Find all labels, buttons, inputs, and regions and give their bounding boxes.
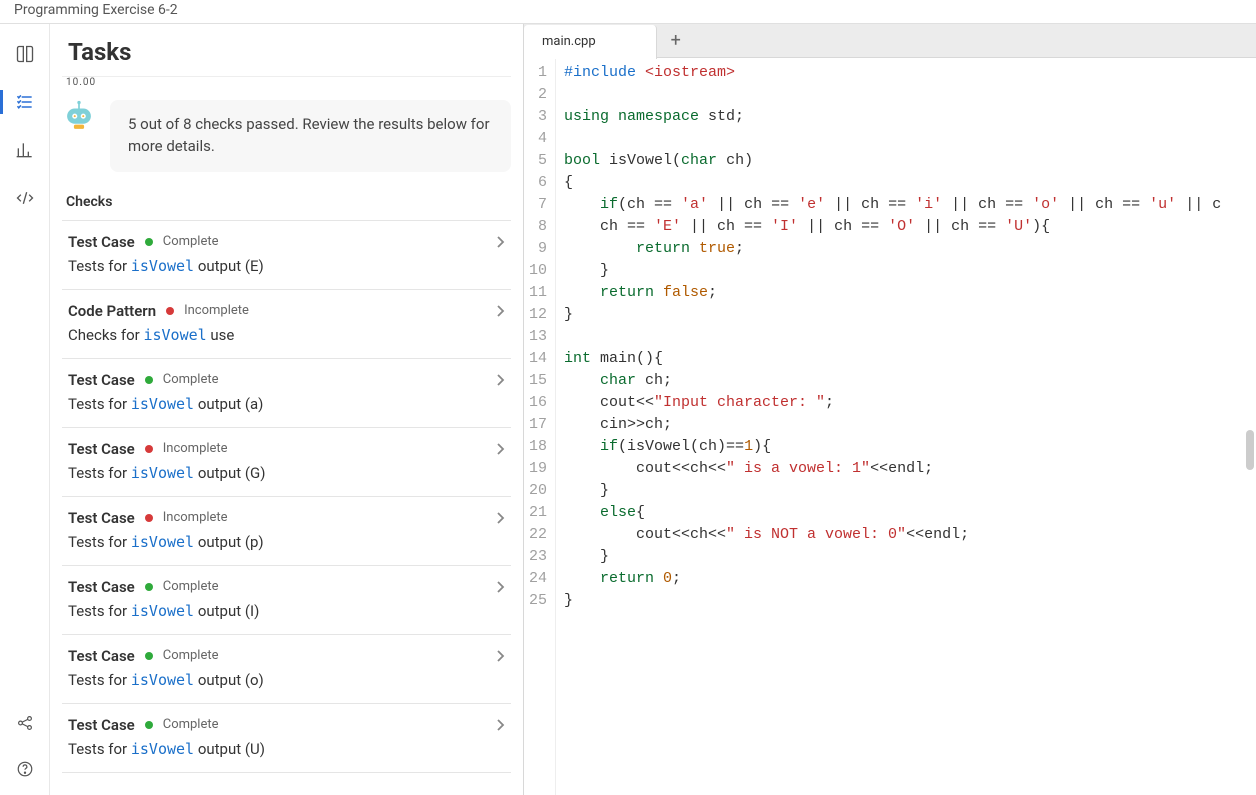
book-icon[interactable]: [9, 38, 41, 70]
check-description: Tests for isVowel output (G): [68, 464, 505, 482]
status-dot-icon: [145, 238, 153, 246]
check-item[interactable]: Test Case Incomplete Tests for isVowel out…: [62, 496, 511, 565]
check-title: Test Case: [68, 647, 135, 665]
check-status: Complete: [163, 579, 219, 594]
tab-main-cpp[interactable]: main.cpp: [524, 25, 657, 59]
code-icon[interactable]: [9, 182, 41, 214]
code-content[interactable]: #include <iostream> using namespace std;…: [556, 58, 1256, 795]
status-dot-icon: [145, 652, 153, 660]
chevron-right-icon: [495, 580, 505, 598]
check-status: Incomplete: [163, 441, 228, 456]
scrollbar-thumb[interactable]: [1246, 430, 1254, 470]
chevron-right-icon: [495, 442, 505, 460]
chevron-right-icon: [495, 235, 505, 253]
check-title: Test Case: [68, 233, 135, 251]
check-description: Tests for isVowel output (I): [68, 602, 505, 620]
chevron-right-icon: [495, 373, 505, 391]
check-status: Complete: [163, 717, 219, 732]
tasks-panel: Tasks 10.00 5 out of 8 checks passed. Re…: [50, 24, 524, 795]
checks-heading: Checks: [62, 190, 511, 220]
check-description: Tests for isVowel output (o): [68, 671, 505, 689]
check-title: Test Case: [68, 509, 135, 527]
chevron-right-icon: [495, 649, 505, 667]
line-gutter: 1234567891011121314151617181920212223242…: [524, 58, 556, 795]
chevron-right-icon: [495, 718, 505, 736]
new-tab-button[interactable]: +: [657, 30, 695, 51]
check-title: Code Pattern: [68, 302, 156, 320]
check-status: Complete: [163, 648, 219, 663]
editor-panel: main.cpp + 12345678910111213141516171819…: [524, 24, 1256, 795]
check-item[interactable]: Test Case Incomplete Tests for isVowel out…: [62, 427, 511, 496]
bot-message: 5 out of 8 checks passed. Review the res…: [110, 100, 511, 172]
check-status: Incomplete: [184, 303, 249, 318]
check-status: Incomplete: [163, 510, 228, 525]
chart-icon[interactable]: [9, 134, 41, 166]
check-item[interactable]: Test Case Complete Tests for isVowel outpu…: [62, 565, 511, 634]
list-icon[interactable]: [9, 86, 41, 118]
status-dot-icon: [145, 721, 153, 729]
check-item[interactable]: Code Pattern Incomplete Checks for isVowel…: [62, 289, 511, 358]
status-dot-icon: [166, 307, 174, 315]
status-dot-icon: [145, 445, 153, 453]
share-icon[interactable]: [9, 707, 41, 739]
tab-label: main.cpp: [542, 34, 596, 49]
check-description: Tests for isVowel output (p): [68, 533, 505, 551]
tasks-title: Tasks: [50, 24, 523, 76]
check-item[interactable]: Test Case Complete Tests for isVowel outpu…: [62, 220, 511, 289]
check-description: Tests for isVowel output (U): [68, 740, 505, 758]
check-title: Test Case: [68, 716, 135, 734]
status-dot-icon: [145, 514, 153, 522]
check-item[interactable]: Test Case Complete Tests for isVowel outpu…: [62, 358, 511, 427]
help-icon[interactable]: [9, 753, 41, 785]
check-description: Tests for isVowel output (a): [68, 395, 505, 413]
check-title: Test Case: [68, 371, 135, 389]
check-description: Tests for isVowel output (E): [68, 257, 505, 275]
check-status: Complete: [163, 372, 219, 387]
editor-tabs: main.cpp +: [524, 24, 1256, 58]
chevron-right-icon: [495, 304, 505, 322]
exercise-title: Programming Exercise 6-2: [14, 2, 178, 18]
check-title: Test Case: [68, 578, 135, 596]
check-status: Complete: [163, 234, 219, 249]
status-dot-icon: [145, 583, 153, 591]
status-dot-icon: [145, 376, 153, 384]
code-editor[interactable]: 1234567891011121314151617181920212223242…: [524, 58, 1256, 795]
score-value: 10.00: [62, 76, 511, 94]
chevron-right-icon: [495, 511, 505, 529]
bot-avatar-icon: [62, 100, 96, 134]
page-header: Programming Exercise 6-2: [0, 0, 1256, 24]
check-description: Checks for isVowel use: [68, 326, 505, 344]
side-iconbar: [0, 24, 50, 795]
check-title: Test Case: [68, 440, 135, 458]
check-item[interactable]: Test Case Complete Tests for isVowel outpu…: [62, 703, 511, 773]
check-item[interactable]: Test Case Complete Tests for isVowel outpu…: [62, 634, 511, 703]
